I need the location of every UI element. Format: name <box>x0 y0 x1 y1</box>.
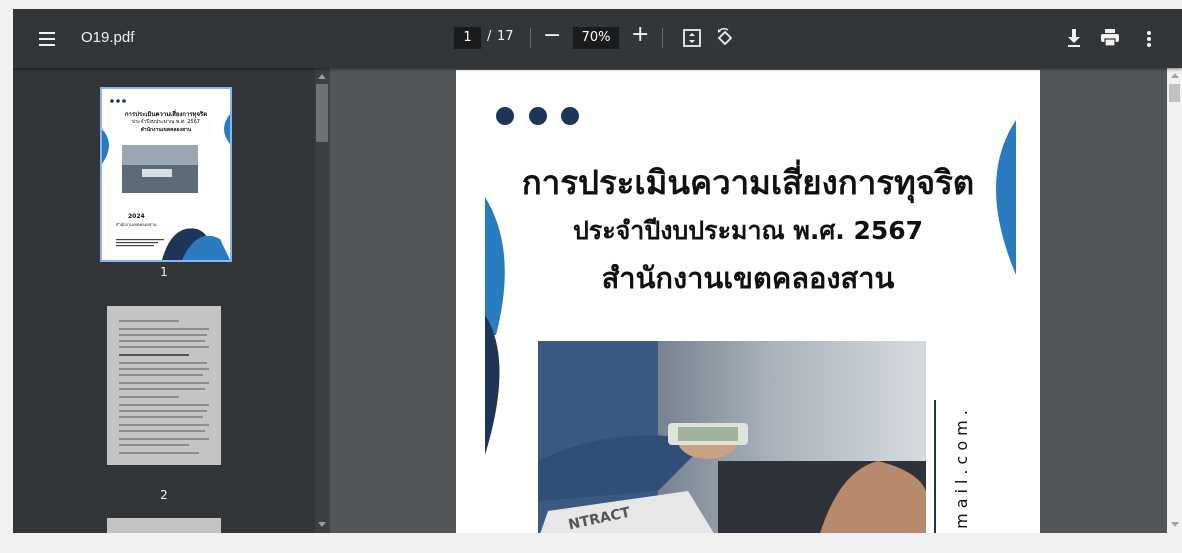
pdf-viewer: O19.pdf 1 / 17 − 70% + การประเมินความเสี… <box>13 9 1182 533</box>
side-email-text: gmail.com. <box>952 405 971 533</box>
scroll-down-arrow[interactable] <box>318 522 326 527</box>
thumbnail-page-3[interactable] <box>107 518 221 533</box>
thumbnail-page-2[interactable] <box>107 306 221 465</box>
thumbnail-label-2: 2 <box>160 488 168 502</box>
thumbnail-page-1[interactable]: การประเมินความเสี่ยงการทุจริต ประจำปีงบป… <box>100 87 232 262</box>
thumbnail-office: สำนักงานเขตคลองสาน <box>140 127 192 133</box>
menu-icon[interactable] <box>37 29 57 49</box>
cover-photo: NTRACT <box>538 341 926 533</box>
main-scroll-up-arrow[interactable] <box>1171 73 1179 78</box>
scroll-up-arrow[interactable] <box>318 74 326 79</box>
fit-page-icon[interactable] <box>683 29 701 47</box>
thumbnail-year: 2024 <box>128 213 145 220</box>
doc-subtitle: ประจำปีงบประมาณ พ.ศ. 2567 <box>572 216 924 245</box>
page-separator: / <box>487 29 492 44</box>
toolbar: O19.pdf 1 / 17 − 70% + <box>13 9 1182 68</box>
zoom-input[interactable]: 70% <box>573 27 619 49</box>
page-number-input[interactable]: 1 <box>454 27 481 49</box>
main-scroll-down-arrow[interactable] <box>1171 522 1179 527</box>
doc-office-name: สำนักงานเขตคลองสาน <box>601 261 895 295</box>
print-icon[interactable] <box>1100 29 1120 47</box>
page-total: 17 <box>497 29 514 44</box>
thumbnail-subtitle: ประจำปีงบประมาณ พ.ศ. 2567 <box>132 119 200 125</box>
zoom-out-button[interactable]: − <box>543 25 561 47</box>
divider <box>530 28 531 48</box>
divider <box>662 28 663 48</box>
pdf-page-1: การประเมินความเสี่ยงการทุจริต ประจำปีงบป… <box>456 70 1040 533</box>
sidebar-scroll-thumb[interactable] <box>316 84 328 142</box>
decor-line <box>934 400 936 533</box>
thumbnail-label-1: 1 <box>160 265 168 279</box>
zoom-in-button[interactable]: + <box>631 24 649 46</box>
download-icon[interactable] <box>1065 28 1083 48</box>
more-options-icon[interactable] <box>1141 29 1157 49</box>
main-scroll-thumb[interactable] <box>1169 84 1180 102</box>
doc-title: การประเมินความเสี่ยงการทุจริต <box>521 163 975 202</box>
thumbnail-sidebar: การประเมินความเสี่ยงการทุจริต ประจำปีงบป… <box>13 68 330 533</box>
document-title: O19.pdf <box>81 29 135 46</box>
main-scrollbar[interactable] <box>1167 68 1182 533</box>
thumbnail-office-footer: สำนักงานเขตคลองสาน <box>116 222 157 227</box>
rotate-icon[interactable] <box>715 28 735 48</box>
